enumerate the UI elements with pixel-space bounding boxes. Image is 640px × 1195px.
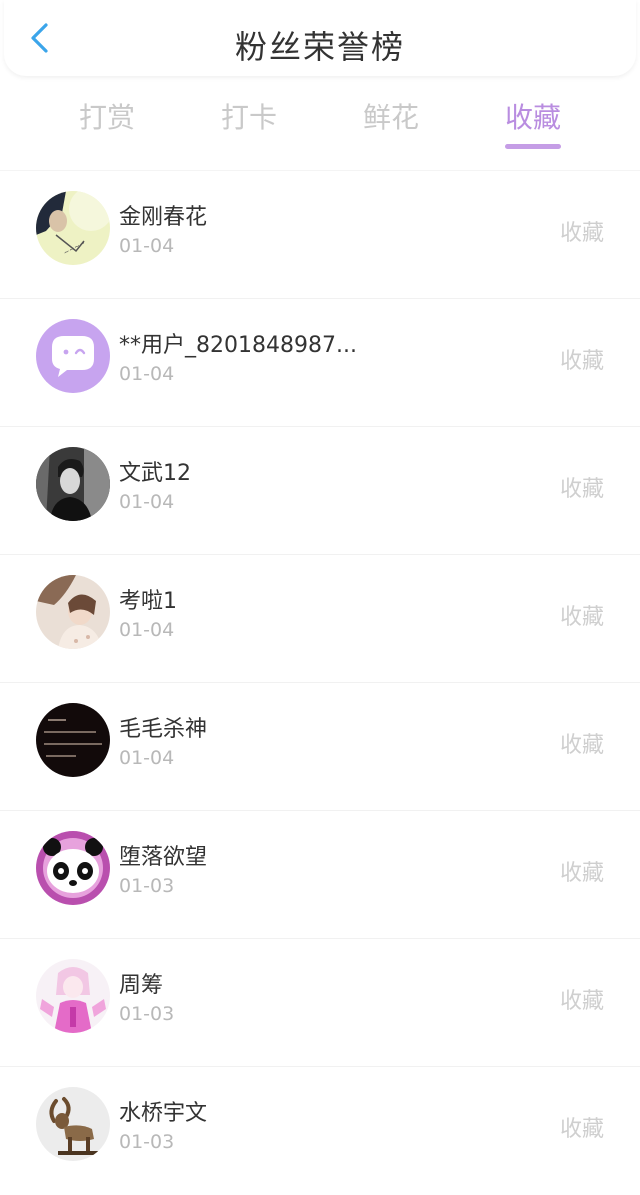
action-label: 收藏 bbox=[559, 1117, 604, 1142]
action-label: 收藏 bbox=[559, 861, 604, 886]
action-label: 收藏 bbox=[559, 733, 604, 758]
fan-date: 01-04 bbox=[119, 491, 175, 513]
page-title: 粉丝荣誉榜 bbox=[234, 28, 405, 66]
list-item[interactable]: 周筹 01-03 收藏 bbox=[0, 938, 640, 1067]
tab-label: 鲜花 bbox=[362, 101, 419, 134]
fan-name: 考啦1 bbox=[119, 589, 177, 614]
fan-name: 毛毛杀神 bbox=[119, 717, 208, 742]
list-item[interactable]: 文武12 01-04 收藏 bbox=[0, 426, 640, 555]
fan-name: **用户_8201848987... bbox=[119, 333, 357, 358]
tab-label: 打赏 bbox=[78, 101, 135, 134]
fan-date: 01-03 bbox=[119, 1131, 175, 1153]
fan-date: 01-04 bbox=[119, 619, 175, 641]
list-item[interactable]: 考啦1 01-04 收藏 bbox=[0, 554, 640, 683]
tab-bar: 打赏 打卡 鲜花 收藏 bbox=[0, 96, 640, 156]
action-label: 收藏 bbox=[559, 477, 604, 502]
avatar[interactable] bbox=[36, 831, 110, 905]
fan-date: 01-03 bbox=[119, 875, 175, 897]
action-label: 收藏 bbox=[559, 349, 604, 374]
avatar[interactable] bbox=[36, 575, 110, 649]
list-item[interactable]: **用户_8201848987... 01-04 收藏 bbox=[0, 298, 640, 427]
tab-checkin[interactable]: 打卡 bbox=[199, 96, 299, 152]
list-item[interactable]: 毛毛杀神 01-04 收藏 bbox=[0, 682, 640, 811]
avatar[interactable] bbox=[36, 1087, 110, 1161]
avatar[interactable] bbox=[36, 319, 110, 393]
tab-favorites[interactable]: 收藏 bbox=[483, 96, 583, 152]
top-bar: 粉丝荣誉榜 bbox=[4, 0, 636, 76]
list-item[interactable]: 堕落欲望 01-03 收藏 bbox=[0, 810, 640, 939]
tab-label: 打卡 bbox=[220, 101, 277, 134]
fan-name: 水桥宇文 bbox=[119, 1101, 208, 1126]
avatar[interactable] bbox=[36, 703, 110, 777]
fan-date: 01-04 bbox=[119, 363, 175, 385]
fan-date: 01-04 bbox=[119, 235, 175, 257]
action-label: 收藏 bbox=[559, 989, 604, 1014]
action-label: 收藏 bbox=[559, 605, 604, 630]
fan-name: 文武12 bbox=[119, 461, 191, 486]
fan-date: 01-03 bbox=[119, 1003, 175, 1025]
fan-name: 周筹 bbox=[119, 973, 164, 998]
list-item[interactable]: ~~~~ 金刚春花 01-04 收藏 bbox=[0, 170, 640, 299]
avatar[interactable]: ~~~~ bbox=[36, 191, 110, 265]
active-tab-indicator bbox=[505, 144, 561, 149]
action-label: 收藏 bbox=[559, 221, 604, 246]
tab-reward[interactable]: 打赏 bbox=[57, 96, 157, 152]
fan-name: 金刚春花 bbox=[119, 205, 208, 230]
fan-date: 01-04 bbox=[119, 747, 175, 769]
avatar[interactable] bbox=[36, 447, 110, 521]
fan-name: 堕落欲望 bbox=[119, 845, 208, 870]
tab-label: 收藏 bbox=[504, 101, 561, 134]
avatar[interactable] bbox=[36, 959, 110, 1033]
tab-flowers[interactable]: 鲜花 bbox=[341, 96, 441, 152]
list-item[interactable]: 水桥宇文 01-03 收藏 bbox=[0, 1066, 640, 1195]
